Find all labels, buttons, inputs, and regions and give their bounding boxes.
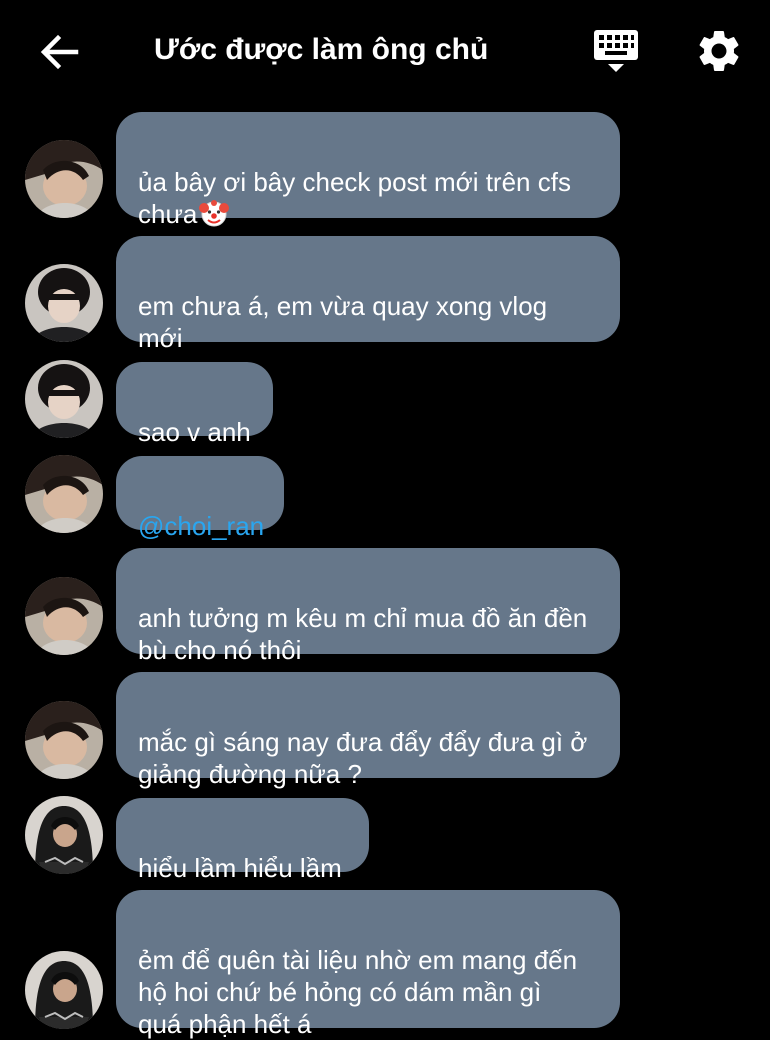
keyboard-button[interactable] <box>590 26 642 78</box>
avatar[interactable] <box>25 577 103 655</box>
message-bubble[interactable]: ẻm để quên tài liệu nhờ em mang đến hộ h… <box>116 890 620 1039</box>
settings-button[interactable] <box>694 26 744 76</box>
avatar[interactable] <box>25 360 103 438</box>
keyboard-icon <box>594 30 638 72</box>
mention-link[interactable]: @choi_ran <box>138 511 264 541</box>
message-bubble[interactable]: anh tưởng m kêu m chỉ mua đồ ăn đền bù c… <box>116 548 620 665</box>
message-text: em chưa á, em vừa quay xong vlog mới <box>138 291 548 353</box>
avatar[interactable] <box>25 455 103 533</box>
avatar[interactable] <box>25 140 103 218</box>
message-text: sao v anh <box>138 417 251 447</box>
avatar[interactable] <box>25 951 103 1029</box>
message-text: ẻm để quên tài liệu nhờ em mang đến hộ h… <box>138 945 578 1039</box>
chat-header: Ước được làm ông chủ <box>0 0 770 100</box>
message-text: anh tưởng m kêu m chỉ mua đồ ăn đền bù c… <box>138 603 588 665</box>
message-bubble[interactable]: hiểu lầm hiểu lầm <box>116 798 369 883</box>
message-bubble[interactable]: sao v anh <box>116 362 273 447</box>
message-text: mắc gì sáng nay đưa đẩy đẩy đưa gì ở giả… <box>138 727 588 789</box>
avatar[interactable] <box>25 701 103 779</box>
avatar[interactable] <box>25 264 103 342</box>
gear-icon <box>699 30 739 72</box>
message-bubble[interactable]: em chưa á, em vừa quay xong vlog mới <box>116 236 620 353</box>
message-bubble[interactable]: mắc gì sáng nay đưa đẩy đẩy đưa gì ở giả… <box>116 672 620 789</box>
message-text: hiểu lầm hiểu lầm <box>138 853 342 883</box>
chat-title: Ước được làm ông chủ <box>154 33 489 66</box>
message-bubble[interactable]: @choi_ran <box>116 456 284 541</box>
clown-face-icon <box>199 198 230 228</box>
back-button[interactable] <box>38 30 82 74</box>
avatar[interactable] <box>25 796 103 874</box>
message-bubble[interactable]: ủa bây ơi bây check post mới trên cfs ch… <box>116 112 620 229</box>
arrow-left-icon <box>40 34 79 70</box>
